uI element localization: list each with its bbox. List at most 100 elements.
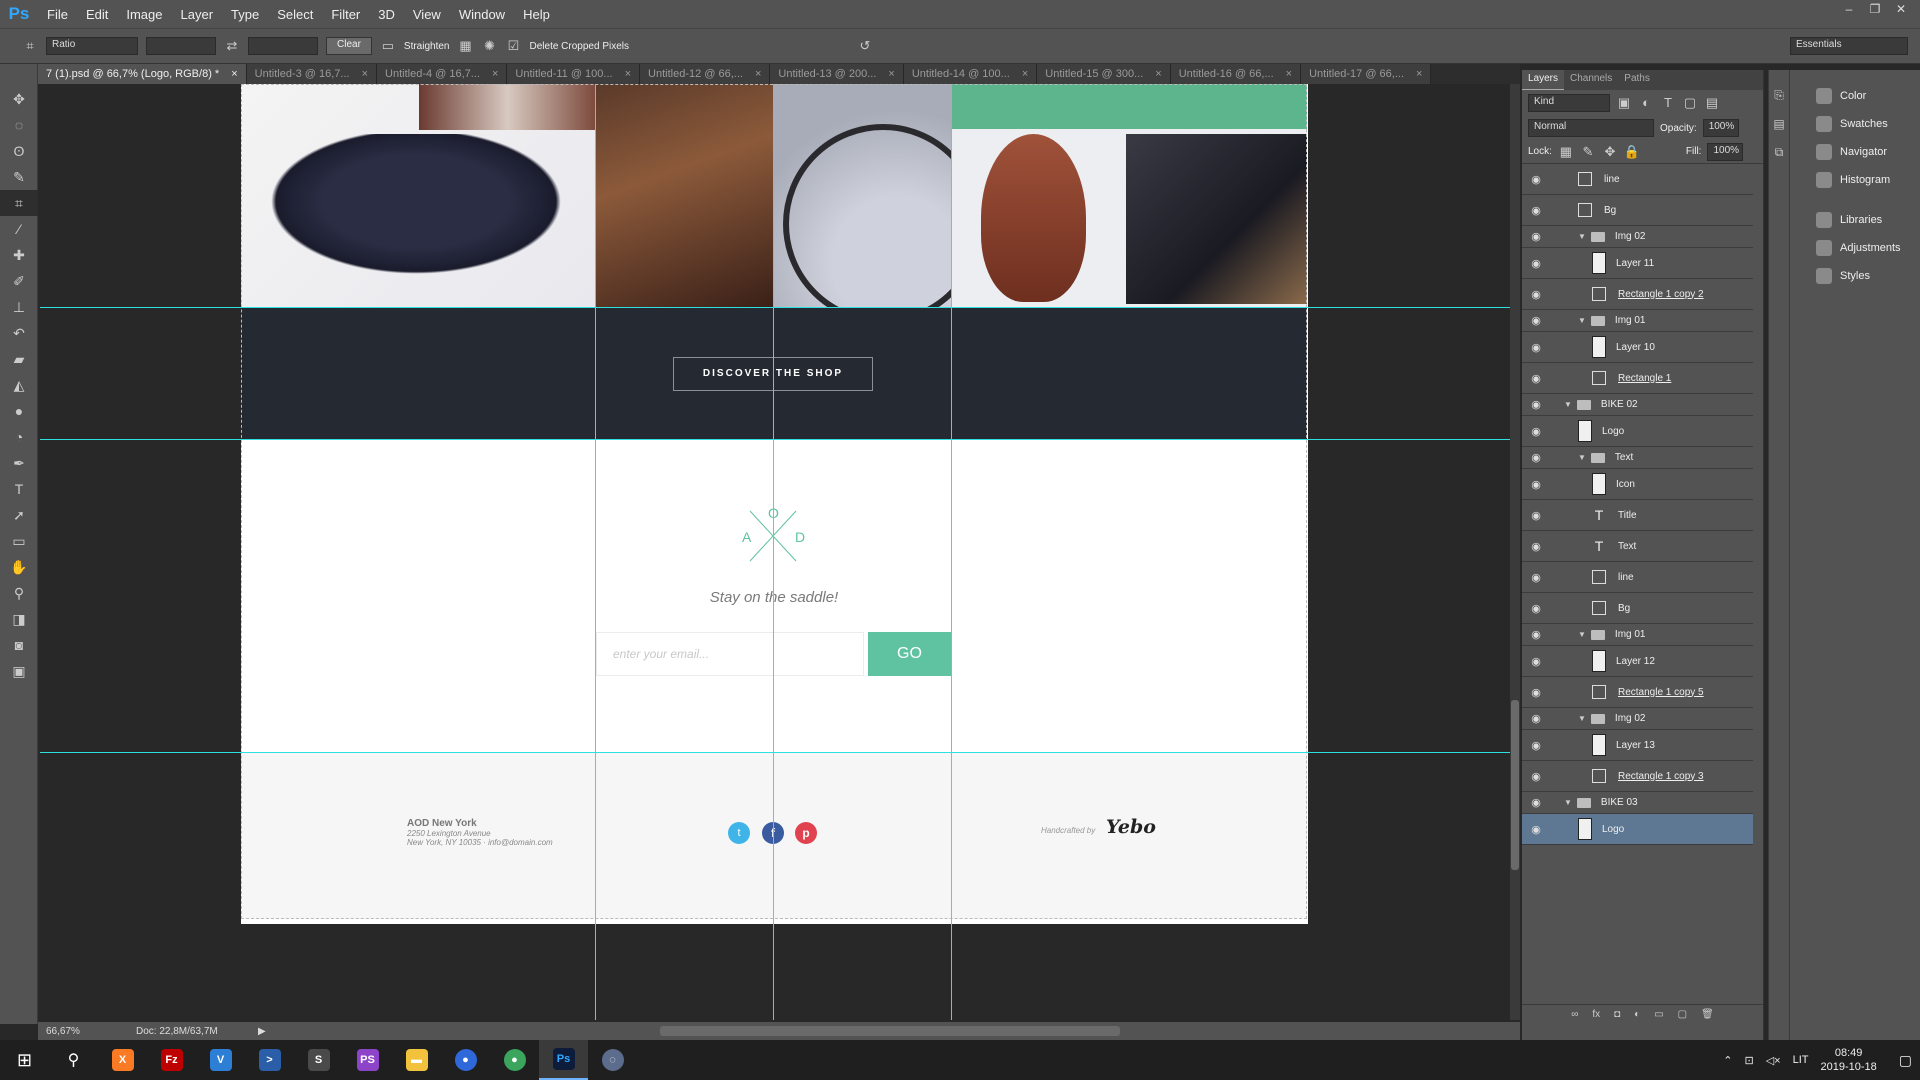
visibility-eye-icon[interactable]: ◉ (1522, 686, 1550, 699)
doc-tab[interactable]: Untitled-3 @ 16,7... × (246, 64, 378, 84)
layer-row[interactable]: ◉ Logo (1522, 814, 1753, 845)
new-layer-icon[interactable]: ▢ (1678, 1009, 1687, 1020)
tab-layers[interactable]: Layers (1522, 70, 1565, 90)
visibility-eye-icon[interactable]: ◉ (1522, 173, 1550, 186)
menu-type[interactable]: Type (222, 7, 268, 22)
horizontal-scroll-thumb[interactable] (660, 1026, 1120, 1036)
visibility-eye-icon[interactable]: ◉ (1522, 628, 1550, 641)
guide-vertical[interactable] (773, 84, 774, 1020)
delete-cropped-label[interactable]: Delete Cropped Pixels (530, 41, 630, 52)
history-icon[interactable]: ⎘ (1769, 88, 1789, 103)
powershell-icon[interactable]: > (245, 1040, 294, 1080)
visibility-eye-icon[interactable]: ◉ (1522, 341, 1550, 354)
visibility-eye-icon[interactable]: ◉ (1522, 540, 1550, 553)
network-icon[interactable]: ⊡ (1744, 1054, 1753, 1067)
layer-name[interactable]: BIKE 02 (1601, 399, 1638, 410)
chevron-up-icon[interactable]: ⌃ (1723, 1054, 1732, 1067)
guide-horizontal[interactable] (40, 752, 1510, 753)
menu-3d[interactable]: 3D (369, 7, 404, 22)
hand-tool-icon[interactable]: ✋ (0, 554, 38, 580)
trash-icon[interactable]: 🗑 (1701, 1009, 1714, 1020)
blur-tool-icon[interactable]: ● (0, 398, 38, 424)
layer-row[interactable]: ◉ Bg (1522, 593, 1753, 624)
close-icon[interactable]: × (755, 64, 761, 84)
lock-all-icon[interactable]: 🔒 (1624, 144, 1640, 160)
visibility-eye-icon[interactable]: ◉ (1522, 372, 1550, 385)
windows-start-icon[interactable]: ⊞ (0, 1040, 49, 1080)
volume-icon[interactable]: ◁× (1766, 1054, 1781, 1067)
path-select-icon[interactable]: ➚ (0, 502, 38, 528)
app-icon[interactable]: ◌ (588, 1040, 637, 1080)
bucket-tool-icon[interactable]: ◭ (0, 372, 38, 398)
expand-triangle-icon[interactable]: ▼ (1578, 630, 1586, 639)
close-icon[interactable]: × (625, 64, 631, 84)
clock[interactable]: 08:49 2019-10-18 (1820, 1046, 1876, 1074)
visibility-eye-icon[interactable]: ◉ (1522, 823, 1550, 836)
doc-tab[interactable]: Untitled-17 @ 66,... × (1301, 64, 1432, 84)
lock-pixels-icon[interactable]: ▦ (1558, 144, 1574, 160)
filter-type-icon[interactable]: T (1660, 95, 1676, 111)
menu-select[interactable]: Select (268, 7, 322, 22)
layer-name[interactable]: Logo (1602, 824, 1624, 835)
menu-edit[interactable]: Edit (77, 7, 117, 22)
vertical-scrollbar[interactable] (1510, 84, 1520, 1020)
layer-row[interactable]: ◉ Rectangle 1 copy 5 (1522, 677, 1753, 708)
layer-name[interactable]: Layer 12 (1616, 656, 1655, 667)
layer-name[interactable]: Bg (1604, 205, 1616, 216)
type-tool-icon[interactable]: T (0, 476, 38, 502)
doc-tab[interactable]: 7 (1).psd @ 66,7% (Logo, RGB/8) * × (38, 64, 247, 84)
language-indicator[interactable]: LIT (1793, 1054, 1809, 1066)
quick-mask-icon[interactable]: ◙ (0, 632, 38, 658)
lock-paint-icon[interactable]: ✎ (1580, 144, 1596, 160)
layer-name[interactable]: Logo (1602, 426, 1624, 437)
doc-tab[interactable]: Untitled-11 @ 100... × (507, 64, 641, 84)
layer-row[interactable]: ◉ T Title (1522, 500, 1753, 531)
layer-row[interactable]: ◉ Rectangle 1 copy 2 (1522, 279, 1753, 310)
visibility-eye-icon[interactable]: ◉ (1522, 314, 1550, 327)
color-panel-button[interactable]: Color (1790, 82, 1920, 110)
fill-field[interactable]: 100% (1707, 142, 1744, 161)
layer-row[interactable]: ◉ Layer 12 (1522, 646, 1753, 677)
layer-name[interactable]: Img 02 (1615, 231, 1646, 242)
layer-row[interactable]: ◉ Layer 11 (1522, 248, 1753, 279)
layer-row[interactable]: ◉ Layer 10 (1522, 332, 1753, 363)
visibility-eye-icon[interactable]: ◉ (1522, 478, 1550, 491)
properties-icon[interactable]: ▤ (1769, 117, 1789, 131)
layer-name[interactable]: Rectangle 1 copy 3 (1618, 771, 1704, 782)
stamp-tool-icon[interactable]: ⊥ (0, 294, 38, 320)
move-tool-icon[interactable]: ✥ (0, 86, 38, 112)
visibility-eye-icon[interactable]: ◉ (1522, 655, 1550, 668)
healing-tool-icon[interactable]: ✚ (0, 242, 38, 268)
layer-name[interactable]: Text (1618, 541, 1636, 552)
visibility-eye-icon[interactable]: ◉ (1522, 796, 1550, 809)
crop-tool-preset-icon[interactable]: ⌗ (22, 38, 38, 54)
history-brush-icon[interactable]: ↶ (0, 320, 38, 346)
reset-icon[interactable]: ↺ (857, 38, 873, 54)
layer-row[interactable]: ◉ Rectangle 1 copy 3 (1522, 761, 1753, 792)
layer-name[interactable]: Title (1618, 510, 1637, 521)
doc-tab[interactable]: Untitled-16 @ 66,... × (1170, 64, 1302, 84)
visibility-eye-icon[interactable]: ◉ (1522, 257, 1550, 270)
opacity-field[interactable]: 100% (1702, 119, 1739, 137)
expand-triangle-icon[interactable]: ▼ (1578, 453, 1586, 462)
doc-tab[interactable]: Untitled-15 @ 300... × (1037, 64, 1171, 84)
grid-overlay-icon[interactable]: ▦ (458, 38, 474, 54)
crop-border[interactable] (241, 84, 1307, 919)
filezilla-icon[interactable]: Fz (147, 1040, 196, 1080)
visibility-eye-icon[interactable]: ◉ (1522, 398, 1550, 411)
visibility-eye-icon[interactable]: ◉ (1522, 288, 1550, 301)
layer-row[interactable]: ◉ Logo (1522, 416, 1753, 447)
menu-help[interactable]: Help (514, 7, 559, 22)
layer-name[interactable]: BIKE 03 (1601, 797, 1638, 808)
layer-row[interactable]: ◉ ▼ BIKE 02 (1522, 394, 1753, 416)
link-icon[interactable]: ∞ (1571, 1009, 1578, 1020)
swatches-panel-button[interactable]: Swatches (1790, 110, 1920, 138)
fx-icon[interactable]: fx (1592, 1009, 1600, 1020)
photoshop-taskbar-icon[interactable]: Ps (539, 1040, 588, 1080)
close-button[interactable]: ✕ (1888, 0, 1914, 18)
layer-row[interactable]: ◉ Bg (1522, 195, 1753, 226)
pen-tool-icon[interactable]: ✒ (0, 450, 38, 476)
eraser-tool-icon[interactable]: ▰ (0, 346, 38, 372)
menu-window[interactable]: Window (450, 7, 514, 22)
close-icon[interactable]: × (1416, 64, 1422, 84)
